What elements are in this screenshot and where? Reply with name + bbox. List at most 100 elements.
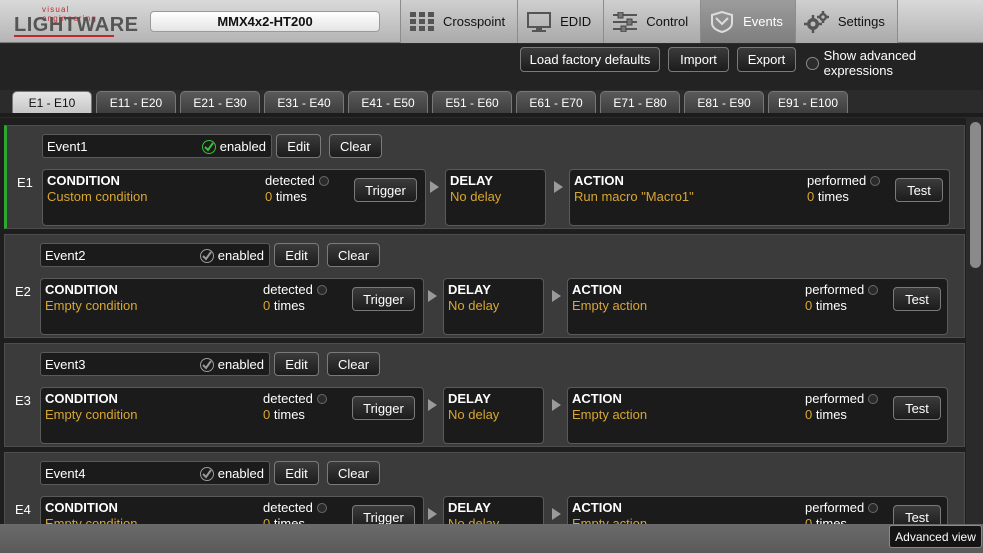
- detected-count: 0: [263, 298, 271, 313]
- monitor-icon: [526, 9, 552, 35]
- condition-value: Empty condition: [45, 516, 138, 524]
- advanced-view-button[interactable]: Advanced view: [889, 525, 982, 548]
- detected-count: 0: [263, 407, 271, 422]
- tab-range-e21-e30[interactable]: E21 - E30: [180, 91, 260, 113]
- performed-counter: performed 0 times: [805, 282, 864, 314]
- tab-range-e31-e40[interactable]: E31 - E40: [264, 91, 344, 113]
- tab-range-e11-e20[interactable]: E11 - E20: [96, 91, 176, 113]
- check-circle-icon: [201, 139, 216, 154]
- event-card: E4 Event4 enabled Edit Clear CONDITION E…: [4, 452, 965, 524]
- action-panel: ACTION Run macro "Macro1" performed 0 ti…: [569, 169, 950, 226]
- tab-control[interactable]: Control: [603, 0, 701, 43]
- delay-value: No delay: [450, 189, 502, 204]
- detected-label: detected: [263, 391, 313, 406]
- delay-value: No delay: [448, 298, 500, 313]
- tab-range-e71-e80[interactable]: E71 - E80: [600, 91, 680, 113]
- check-circle-icon: [199, 248, 214, 263]
- condition-heading: CONDITION: [45, 391, 118, 406]
- action-panel: ACTION Empty action performed 0 times Te…: [567, 278, 948, 335]
- enabled-toggle[interactable]: enabled: [199, 248, 264, 263]
- clear-button[interactable]: Clear: [327, 243, 380, 267]
- tab-crosspoint[interactable]: Crosspoint: [400, 0, 518, 43]
- enabled-toggle[interactable]: enabled: [201, 139, 266, 154]
- delay-panel: DELAY No delay: [445, 169, 546, 226]
- arrow-right-icon: [552, 508, 561, 520]
- arrow-right-icon: [554, 181, 563, 193]
- clear-button[interactable]: Clear: [329, 134, 382, 158]
- condition-heading: CONDITION: [45, 500, 118, 515]
- load-factory-defaults-button[interactable]: Load factory defaults: [520, 47, 660, 72]
- advanced-expressions-label: Show advanced expressions: [823, 48, 917, 78]
- clear-button[interactable]: Clear: [327, 461, 380, 485]
- delay-heading: DELAY: [448, 391, 491, 406]
- arrow-right-icon: [552, 290, 561, 302]
- edit-button[interactable]: Edit: [274, 461, 319, 485]
- trigger-button[interactable]: Trigger: [352, 396, 415, 420]
- event-card: E1 Event1 enabled Edit Clear CONDITION C…: [4, 125, 965, 229]
- event-name-field[interactable]: Event1 enabled: [42, 134, 272, 158]
- test-button[interactable]: Test: [893, 505, 941, 524]
- test-button[interactable]: Test: [895, 178, 943, 202]
- detected-indicator-icon: [317, 394, 327, 404]
- clear-button[interactable]: Clear: [327, 352, 380, 376]
- condition-value: Empty condition: [45, 407, 138, 422]
- condition-panel: CONDITION Empty condition detected 0 tim…: [40, 496, 424, 524]
- enabled-label: enabled: [217, 357, 264, 372]
- events-scrollbar[interactable]: [967, 118, 983, 524]
- action-value: Run macro "Macro1": [574, 189, 694, 204]
- detected-count-row: 0 times: [263, 516, 313, 524]
- edit-button[interactable]: Edit: [274, 243, 319, 267]
- import-button[interactable]: Import: [668, 47, 729, 72]
- delay-panel: DELAY No delay: [443, 496, 544, 524]
- condition-panel: CONDITION Empty condition detected 0 tim…: [40, 278, 424, 335]
- device-name-field[interactable]: MMX4x2-HT200: [150, 11, 380, 32]
- times-label: times: [815, 407, 847, 422]
- tab-settings[interactable]: Settings: [794, 0, 898, 43]
- performed-label: performed: [805, 282, 865, 297]
- scrollbar-thumb[interactable]: [970, 122, 981, 268]
- action-panel: ACTION Empty action performed 0 times Te…: [567, 496, 948, 524]
- test-button[interactable]: Test: [893, 396, 941, 420]
- event-name-field[interactable]: Event4 enabled: [40, 461, 270, 485]
- export-button[interactable]: Export: [737, 47, 796, 72]
- arrow-right-icon: [428, 508, 437, 520]
- action-value: Empty action: [572, 407, 648, 422]
- check-circle-icon: [199, 466, 214, 481]
- tab-range-e51-e60[interactable]: E51 - E60: [432, 91, 512, 113]
- detected-count: 0: [263, 516, 271, 524]
- edit-button[interactable]: Edit: [276, 134, 321, 158]
- performed-indicator-icon: [868, 394, 878, 404]
- action-heading: ACTION: [572, 500, 622, 515]
- tab-edid[interactable]: EDID: [517, 0, 604, 43]
- tab-range-e91-e100[interactable]: E91 - E100: [768, 91, 848, 113]
- detected-indicator-icon: [317, 285, 327, 295]
- performed-label: performed: [805, 391, 865, 406]
- delay-heading: DELAY: [448, 500, 491, 515]
- enabled-toggle[interactable]: enabled: [199, 357, 264, 372]
- show-advanced-expressions-toggle[interactable]: Show advanced expressions: [806, 48, 983, 78]
- tab-range-e1-e10[interactable]: E1 - E10: [12, 91, 92, 113]
- test-button[interactable]: Test: [893, 287, 941, 311]
- event-card: E2 Event2 enabled Edit Clear CONDITION E…: [4, 234, 965, 338]
- performed-counter: performed 0 times: [807, 173, 866, 205]
- event-name-field[interactable]: Event3 enabled: [40, 352, 270, 376]
- tab-range-e41-e50[interactable]: E41 - E50: [348, 91, 428, 113]
- performed-indicator-icon: [868, 503, 878, 513]
- enabled-toggle[interactable]: enabled: [199, 466, 264, 481]
- trigger-button[interactable]: Trigger: [354, 178, 417, 202]
- tab-events[interactable]: Events: [700, 0, 795, 43]
- event-name-field[interactable]: Event2 enabled: [40, 243, 270, 267]
- event-card: E3 Event3 enabled Edit Clear CONDITION E…: [4, 343, 965, 447]
- trigger-button[interactable]: Trigger: [352, 505, 415, 524]
- times-label: times: [815, 298, 847, 313]
- edit-button[interactable]: Edit: [274, 352, 319, 376]
- performed-count-row: 0 times: [805, 407, 864, 423]
- trigger-button[interactable]: Trigger: [352, 287, 415, 311]
- events-icon: [709, 9, 735, 35]
- action-heading: ACTION: [574, 173, 624, 188]
- tab-range-e81-e90[interactable]: E81 - E90: [684, 91, 764, 113]
- performed-label: performed: [807, 173, 867, 188]
- times-label: times: [815, 516, 847, 524]
- gears-icon: [803, 9, 830, 35]
- tab-range-e61-e70[interactable]: E61 - E70: [516, 91, 596, 113]
